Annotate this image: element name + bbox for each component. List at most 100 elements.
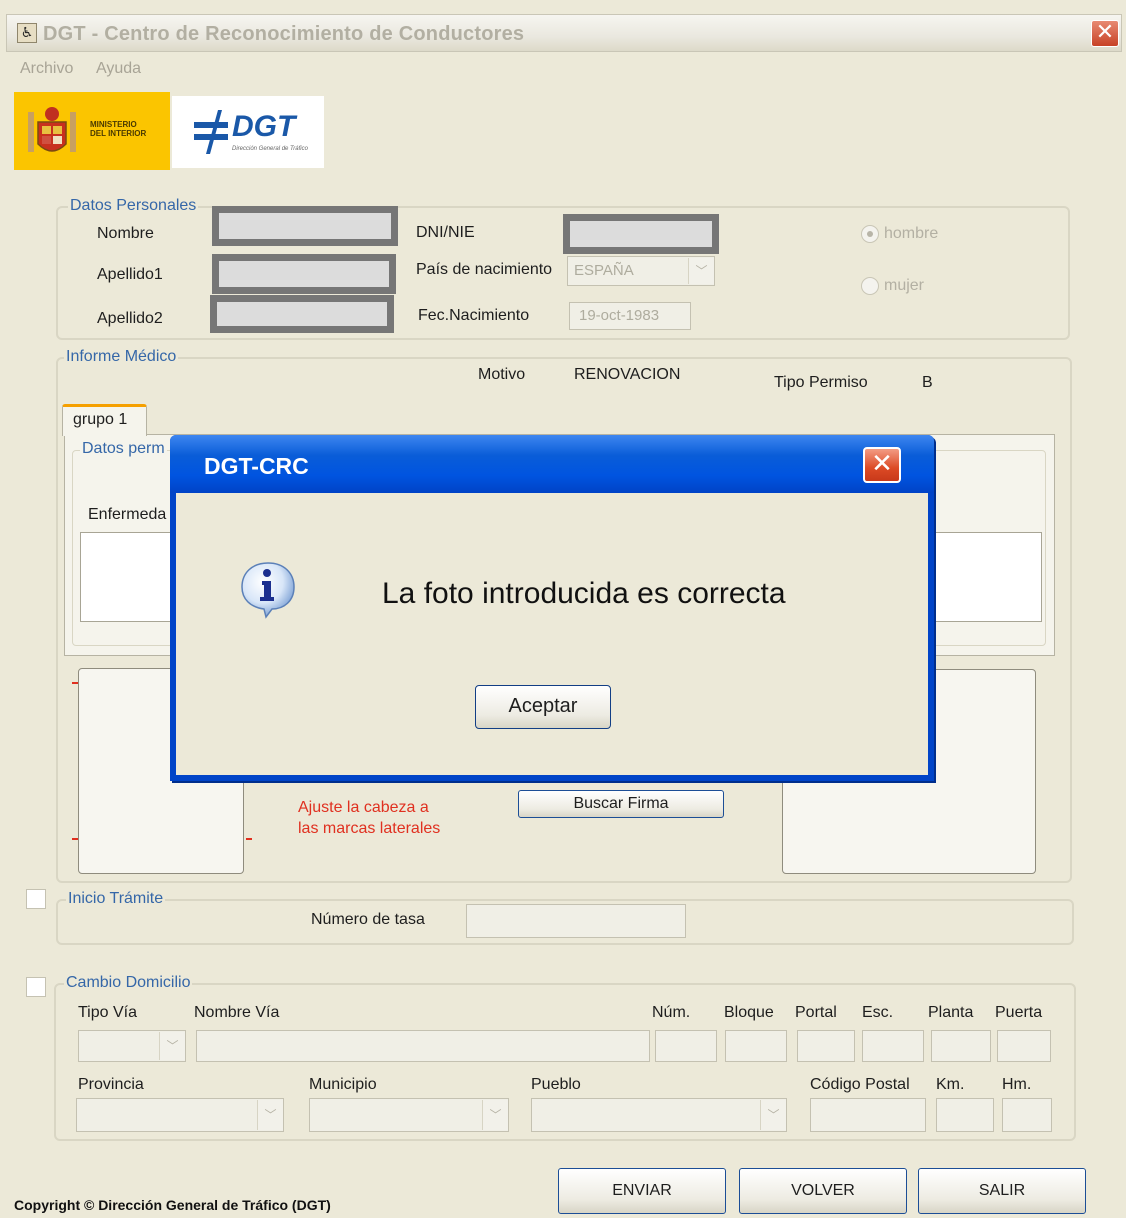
esc-label: Esc. [862,1004,894,1021]
chevron-down-icon[interactable]: ﹀ [159,1032,185,1060]
accept-button[interactable]: Aceptar [475,685,611,729]
tipo-via-label: Tipo Vía [78,1004,137,1021]
apellido1-label: Apellido1 [97,266,163,283]
municipio-label: Municipio [309,1076,377,1093]
pueblo-label: Pueblo [531,1076,581,1093]
ministerio-logo: MINISTERIO DEL INTERIOR [14,92,170,170]
dni-field[interactable] [563,214,719,254]
window-titlebar[interactable]: ♿ DGT - Centro de Reconocimiento de Cond… [6,14,1122,52]
tipo-permiso-label: Tipo Permiso [774,374,868,391]
nombre-via-field[interactable] [196,1030,650,1062]
window-close-button[interactable]: ✕ [1091,20,1119,47]
cambio-domicilio-legend: Cambio Domicilio [64,974,193,992]
puerta-label: Puerta [995,1004,1043,1021]
ministerio-text: MINISTERIO DEL INTERIOR [90,120,147,138]
pais-select[interactable]: ESPAÑA ﹀ [567,256,715,286]
cambio-domicilio-checkbox[interactable] [26,977,46,997]
close-icon: ✕ [1095,20,1115,45]
radio-mujer[interactable] [861,277,879,295]
portal-label: Portal [795,1004,837,1021]
chevron-down-icon[interactable]: ﹀ [257,1100,283,1130]
fecha-nacimiento-value: 19-oct-1983 [579,307,660,324]
bloque-label: Bloque [724,1004,774,1021]
tab-grupo-1[interactable]: grupo 1 [62,404,147,436]
nombre-field[interactable] [212,206,398,246]
photo-hint: Ajuste la cabeza a las marcas laterales [298,799,441,837]
numero-tasa-field[interactable] [466,904,686,938]
bloque-field[interactable] [725,1030,787,1062]
dialog-title: DGT-CRC [204,453,309,479]
app-icon: ♿ [17,23,37,43]
radio-hombre[interactable] [861,225,879,243]
apellido2-field[interactable] [210,295,394,333]
dni-label: DNI/NIE [416,224,475,241]
hm-label: Hm. [1002,1076,1032,1093]
tipo-via-select[interactable]: ﹀ [78,1030,186,1062]
tab-grupo-1-label: grupo 1 [73,411,128,428]
spain-crest-icon [28,107,76,152]
apellido2-label: Apellido2 [97,310,163,327]
tipo-permiso-value: B [922,374,933,391]
info-dialog: DGT-CRC ✕ La foto introducida es correct… [170,435,934,781]
enfermedad-label: Enfermeda [88,506,167,523]
numero-tasa-label: Número de tasa [311,911,425,928]
motivo-value: RENOVACION [574,366,681,383]
portal-field[interactable] [797,1030,855,1062]
datos-permiso-legend: Datos perm [80,440,167,458]
apellido1-field[interactable] [212,254,396,294]
info-icon [241,562,295,619]
hm-field[interactable] [1002,1098,1052,1132]
photo-mark-bottom [72,838,78,840]
menu-archivo[interactable]: Archivo [20,60,73,78]
photo-mark-top [72,682,78,684]
chevron-down-icon[interactable]: ﹀ [760,1100,786,1130]
provincia-label: Provincia [78,1076,144,1093]
informe-medico-legend: Informe Médico [64,348,179,366]
puerta-field[interactable] [997,1030,1051,1062]
nombre-label: Nombre [97,225,154,242]
esc-field[interactable] [862,1030,924,1062]
radio-selected-dot [867,231,873,237]
fecha-nacimiento-label: Fec.Nacimiento [418,307,530,324]
pais-label: País de nacimiento [416,261,553,278]
km-field[interactable] [936,1098,994,1132]
volver-button[interactable]: VOLVER [739,1168,907,1214]
dialog-titlebar[interactable]: DGT-CRC ✕ [170,435,934,493]
radio-hombre-label: hombre [884,225,939,242]
salir-button[interactable]: SALIR [918,1168,1086,1214]
provincia-select[interactable]: ﹀ [76,1098,284,1132]
copyright-text: Copyright © Dirección General de Tráfico… [14,1197,331,1213]
planta-label: Planta [928,1004,974,1021]
dialog-body: La foto introducida es correcta Aceptar [176,493,928,775]
photo-mark-right [246,838,252,840]
chevron-down-icon[interactable]: ﹀ [482,1100,508,1130]
buscar-firma-button[interactable]: Buscar Firma [518,790,724,818]
motivo-label: Motivo [478,366,526,383]
codigo-postal-label: Código Postal [810,1076,910,1093]
nombre-via-label: Nombre Vía [194,1004,280,1021]
planta-field[interactable] [931,1030,991,1062]
datos-personales-legend: Datos Personales [68,197,199,215]
radio-mujer-label: mujer [884,277,925,294]
dgt-subtitle: Dirección General de Tráfico [232,146,308,152]
km-label: Km. [936,1076,965,1093]
dgt-mark-icon [194,110,228,154]
municipio-select[interactable]: ﹀ [309,1098,509,1132]
fecha-nacimiento-field[interactable]: 19-oct-1983 [569,302,691,330]
pueblo-select[interactable]: ﹀ [531,1098,787,1132]
menu-ayuda[interactable]: Ayuda [96,60,141,78]
enviar-button[interactable]: ENVIAR [558,1168,726,1214]
inicio-tramite-legend: Inicio Trámite [66,890,166,908]
dgt-text: DGT [232,110,296,143]
inicio-tramite-checkbox[interactable] [26,889,46,909]
dgt-logo: DGT Dirección General de Tráfico [172,96,324,168]
chevron-down-icon[interactable]: ﹀ [688,258,714,284]
close-icon: ✕ [871,449,893,479]
num-field[interactable] [655,1030,717,1062]
dialog-close-button[interactable]: ✕ [863,447,901,483]
codigo-postal-field[interactable] [810,1098,926,1132]
menu-bar: Archivo Ayuda [6,54,1122,84]
dialog-message: La foto introducida es correcta [382,577,786,610]
window-title: DGT - Centro de Reconocimiento de Conduc… [43,23,525,45]
num-label: Núm. [652,1004,691,1021]
